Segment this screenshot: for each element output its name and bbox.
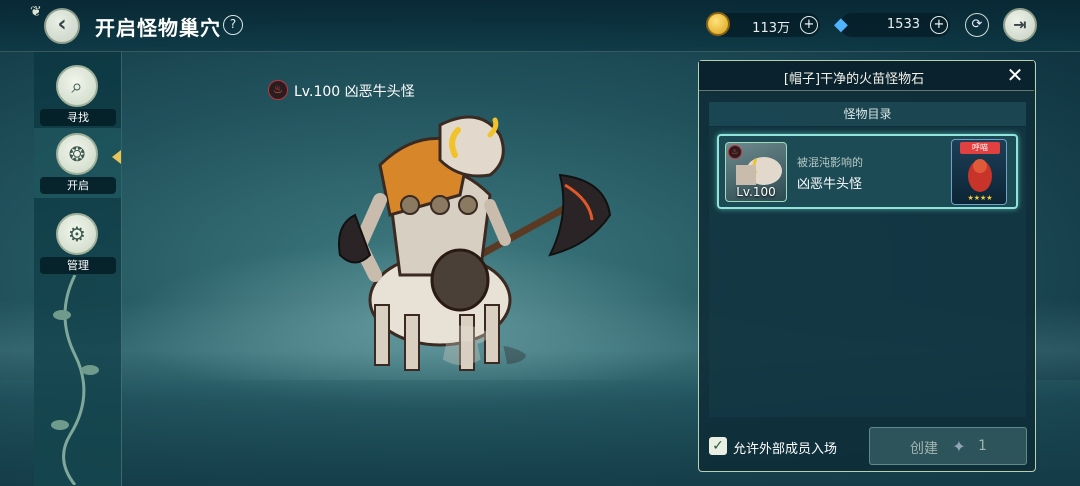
back-button[interactable]: ‹ [44,8,80,44]
page-title: 开启怪物巢穴 [95,16,221,40]
add-gold-button[interactable]: + [800,16,818,34]
panel-title: [帽子]干净的火苗怪物石 [783,72,925,87]
create-cost-count: 1 [978,438,987,454]
monster-name: 凶恶牛头怪 [797,177,863,192]
monster-name-level: Lv.100 凶恶牛头怪 [294,84,415,100]
create-button[interactable]: 创建 ✦ 1 [869,427,1027,465]
monster-catalog-list: ♨ Lv.100 被混沌影响的 凶恶牛头怪 呼喵 ★★★★ [709,127,1026,417]
pet-reward-card[interactable]: 呼喵 ★★★★ [951,139,1007,205]
close-button[interactable]: ✕ [1004,64,1026,86]
vine-decoration [51,275,99,485]
exit-button[interactable]: ⇥ [1003,8,1037,42]
back-arrow-icon: ‹ [57,12,67,37]
monster-stone-panel: [帽子]干净的火苗怪物石 ✕ 怪物目录 ♨ Lv.100 被混沌影响的 凶恶牛头… [698,60,1036,472]
active-indicator-icon [112,150,121,164]
top-bar: ❦ ‹ 开启怪物巢穴 ? 113万 + ◆ 1533 + ⟳ ⇥ [0,0,1080,52]
monster-thumbnail: ♨ Lv.100 [725,142,787,202]
sidebar-item-label: 开启 [40,177,116,194]
add-gem-button[interactable]: + [930,16,948,34]
monster-subtitle: 被混沌影响的 [797,156,863,169]
sidebar-item-manage[interactable]: ⚙ 管理 [34,208,122,278]
exit-icon: ⇥ [1013,15,1027,34]
help-icon[interactable]: ? [223,15,243,35]
allow-outsiders-label: 允许外部成员入场 [733,442,838,457]
sidebar-item-search[interactable]: ⌕ 寻找 [34,60,122,130]
fire-element-icon: ♨ [728,145,742,159]
refresh-icon: ⟳ [971,17,983,32]
nest-open-icon: ❂ [56,133,98,175]
panel-header: [帽子]干净的火苗怪物石 ✕ [699,61,1034,91]
monster-level: Lv.100 [736,185,776,199]
fire-element-icon: ♨ [268,80,288,100]
gem-currency: ◆ 1533 + [834,13,950,37]
create-label: 创建 [910,441,938,457]
pet-tag: 呼喵 [960,142,1000,154]
sidebar-item-label: 管理 [40,257,116,274]
sidebar-item-label: 寻找 [40,109,116,126]
manage-gear-icon: ⚙ [56,213,98,255]
monster-reflection [435,325,527,366]
gold-currency: 113万 + [706,12,820,37]
refresh-button[interactable]: ⟳ [965,13,989,37]
gem-amount: 1533 [886,17,920,32]
monster-card[interactable]: ♨ Lv.100 被混沌影响的 凶恶牛头怪 呼喵 ★★★★ [717,134,1018,209]
blue-gem-icon: ◆ [834,14,848,35]
gold-coin-icon [706,12,730,36]
gold-amount: 113万 [752,21,790,36]
search-icon: ⌕ [56,65,98,107]
cost-item-icon: ✦ [952,437,966,456]
sidebar-item-open[interactable]: ❂ 开启 [34,128,122,198]
allow-outsiders-checkbox[interactable]: ✓ [709,437,727,455]
star-rating-icon: ★★★★ [967,194,993,202]
monster-catalog-heading: 怪物目录 [709,102,1026,126]
